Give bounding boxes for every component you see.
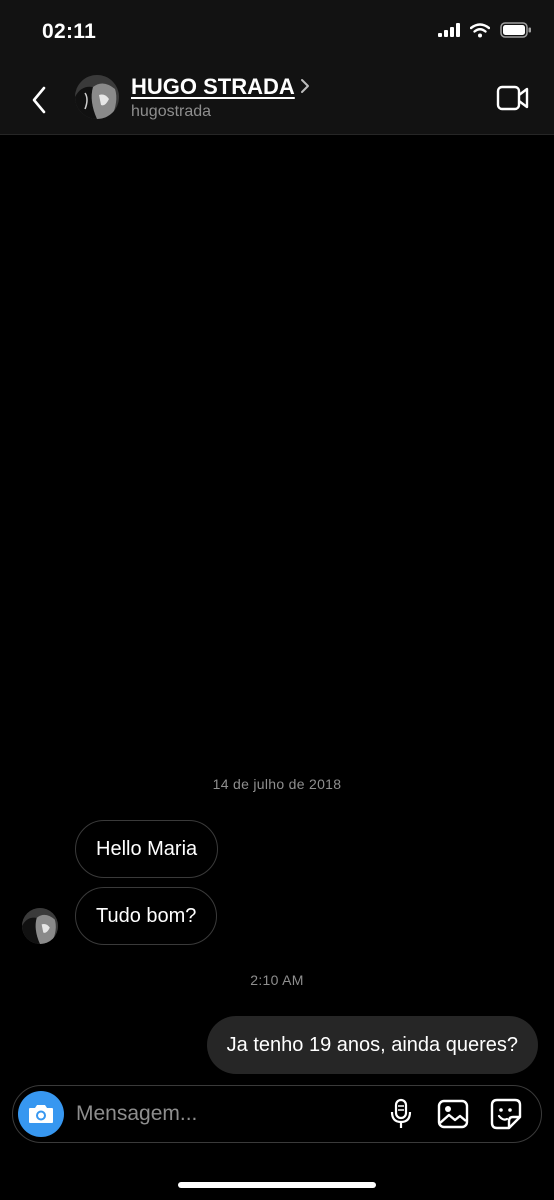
incoming-message[interactable]: Tudo bom? [75,887,218,945]
status-bar: 02:11 [0,0,554,66]
signal-icon [438,23,460,37]
sender-avatar[interactable] [22,908,58,944]
chevron-right-icon[interactable] [300,78,310,94]
incoming-message[interactable]: Hello Maria [75,820,219,878]
message-input[interactable] [76,1098,366,1130]
back-button[interactable] [24,82,54,118]
contact-name[interactable]: HUGO STRADA [131,74,295,100]
sticker-icon [490,1098,522,1130]
home-indicator[interactable] [178,1182,376,1188]
camera-icon [29,1105,53,1123]
time-separator: 2:10 AM [250,972,304,988]
voice-message-button[interactable] [384,1097,418,1131]
video-call-button[interactable] [496,84,530,117]
status-time: 02:11 [42,20,97,43]
sticker-button[interactable] [489,1097,523,1131]
battery-icon [500,22,531,38]
status-icons [438,22,532,38]
microphone-icon [390,1098,412,1128]
message-text: Ja tenho 19 anos, ainda queres? [226,1033,518,1056]
message-composer [12,1085,542,1143]
camera-button[interactable] [18,1091,64,1137]
gallery-icon [437,1099,469,1129]
chat-header: HUGO STRADA hugostrada [0,66,554,135]
date-separator: 14 de julho de 2018 [212,776,342,792]
back-chevron-icon [32,86,46,114]
avatar-photo-icon [22,908,58,944]
gallery-button[interactable] [436,1097,470,1131]
outgoing-message[interactable]: Ja tenho 19 anos, ainda queres? [206,1016,538,1074]
message-text: Hello Maria [96,837,198,860]
avatar-photo-icon [75,75,119,119]
contact-avatar[interactable] [75,75,119,119]
contact-username: hugostrada [131,103,212,120]
video-camera-icon [496,85,529,111]
wifi-icon [470,22,490,37]
message-text: Tudo bom? [96,904,197,927]
